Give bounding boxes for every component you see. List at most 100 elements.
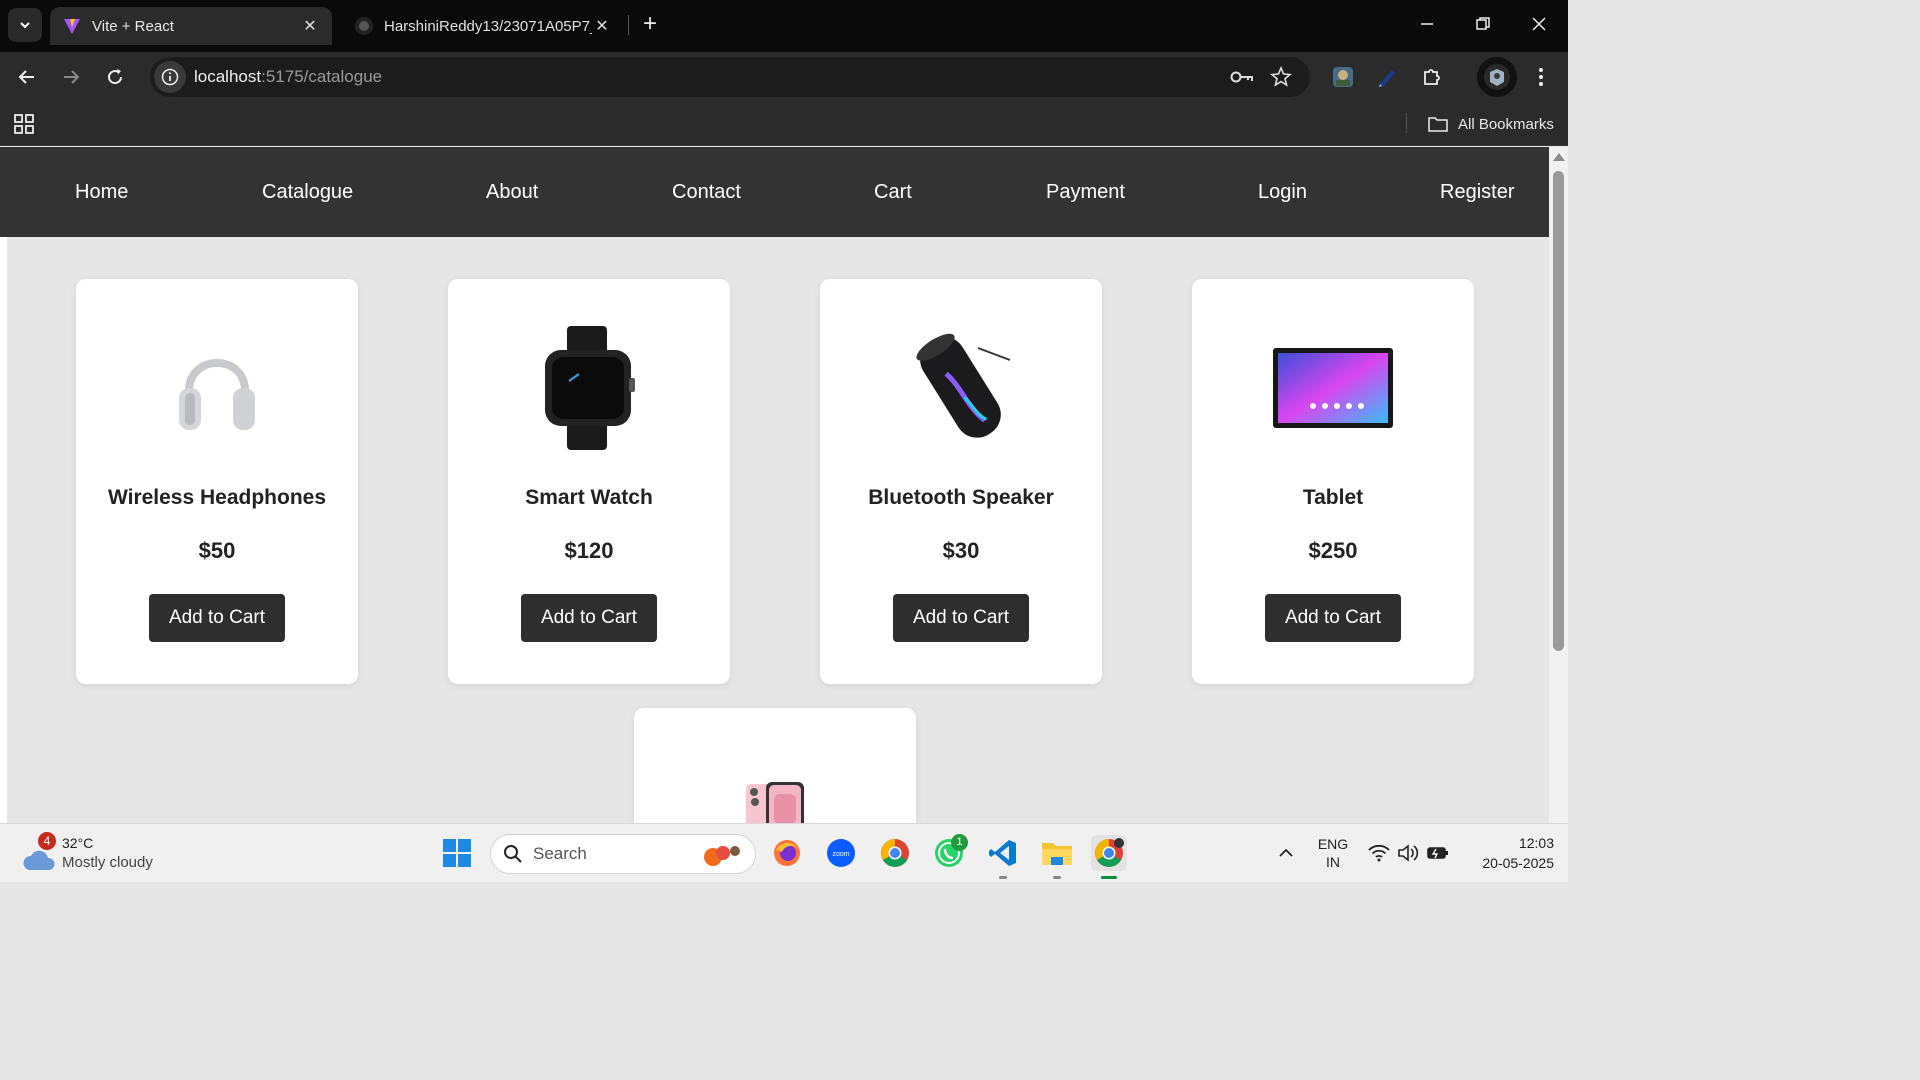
browser-tabstrip: Vite + React ✕ HarshiniReddy13/23071A05P…: [0, 0, 1568, 52]
profile-avatar[interactable]: [1477, 57, 1517, 97]
pen-extension-icon[interactable]: [1371, 61, 1403, 93]
nav-home[interactable]: Home: [75, 181, 128, 204]
tab-vite-react[interactable]: Vite + React ✕: [50, 7, 332, 45]
input-language[interactable]: ENG IN: [1313, 836, 1353, 870]
search-icon: [504, 845, 522, 863]
new-tab-button[interactable]: +: [636, 10, 664, 38]
close-icon[interactable]: ✕: [592, 16, 612, 36]
url-text: localhost:5175/catalogue: [194, 67, 382, 87]
browser-menu-button[interactable]: [1525, 61, 1557, 93]
clock-time: 12:03: [1518, 835, 1554, 851]
restore-button[interactable]: [1455, 0, 1511, 48]
product-name: Tablet: [1302, 486, 1364, 509]
product-card: Wireless Headphones $50 Add to Cart: [76, 279, 358, 684]
add-to-cart-button[interactable]: Add to Cart: [893, 594, 1029, 642]
site-info-button[interactable]: [154, 61, 186, 93]
close-window-button[interactable]: [1511, 0, 1567, 48]
headphones-image: [76, 323, 358, 453]
windows-logo-icon: [443, 839, 471, 867]
all-bookmarks-button[interactable]: All Bookmarks: [1428, 113, 1554, 135]
nav-contact[interactable]: Contact: [672, 181, 741, 204]
search-highlight-icon: [704, 846, 740, 866]
start-button[interactable]: [439, 835, 475, 871]
weather-widget[interactable]: 4 32°C Mostly cloudy: [20, 832, 180, 876]
address-bar[interactable]: localhost:5175/catalogue: [150, 57, 1310, 97]
close-icon[interactable]: ✕: [300, 16, 320, 36]
password-key-icon[interactable]: [1228, 63, 1256, 91]
product-card: Bluetooth Speaker $30 Add to Cart: [820, 279, 1102, 684]
tab-github[interactable]: HarshiniReddy13/23071A05P7_ ✕: [342, 7, 624, 45]
nav-payment[interactable]: Payment: [1046, 181, 1125, 204]
extensions-puzzle-icon[interactable]: [1416, 61, 1448, 93]
tab-title: Vite + React: [92, 17, 174, 35]
speaker-image: [820, 323, 1102, 453]
add-to-cart-button[interactable]: Add to Cart: [1265, 594, 1401, 642]
product-card: [634, 708, 916, 823]
battery-status[interactable]: [1423, 835, 1453, 871]
scroll-up-arrow-icon[interactable]: [1553, 153, 1565, 161]
apps-grid-icon[interactable]: [12, 112, 36, 136]
nav-cart[interactable]: Cart: [874, 181, 912, 204]
chrome-active-app[interactable]: [1091, 835, 1127, 871]
product-price: $50: [198, 538, 236, 563]
nav-about[interactable]: About: [486, 181, 538, 204]
product-price: $30: [942, 538, 980, 563]
taskbar-search[interactable]: Search: [490, 834, 756, 874]
product-price: $120: [564, 538, 614, 563]
zoom-icon: zoom: [827, 839, 855, 867]
vscode-app[interactable]: [985, 835, 1021, 871]
page-viewport: Home Catalogue About Contact Cart Paymen…: [0, 147, 1549, 823]
whatsapp-badge: 1: [951, 834, 968, 851]
minimize-button[interactable]: [1399, 0, 1455, 48]
chrome-icon: [881, 839, 909, 867]
weather-temp: 32°C: [62, 835, 94, 851]
firefox-icon: [774, 840, 800, 866]
running-indicator: [1053, 876, 1061, 879]
arrow-right-icon: [64, 70, 80, 84]
bookmarks-bar: All Bookmarks: [0, 102, 1568, 146]
clock[interactable]: 12:03 20-05-2025: [1462, 835, 1554, 871]
tab-divider: [628, 15, 629, 35]
restore-icon: [1476, 17, 1490, 30]
forward-button[interactable]: [55, 61, 87, 93]
extension-avatar-icon[interactable]: [1327, 61, 1359, 93]
minimize-icon: [1421, 23, 1433, 25]
wifi-icon: [1368, 844, 1390, 862]
nav-login[interactable]: Login: [1258, 181, 1307, 204]
url-path: :5175/catalogue: [261, 67, 383, 86]
tab-title: HarshiniReddy13/23071A05P7_: [384, 17, 592, 35]
back-button[interactable]: [11, 61, 43, 93]
wifi-status[interactable]: [1364, 835, 1394, 871]
bookmark-star-icon[interactable]: [1267, 63, 1295, 91]
search-placeholder: Search: [533, 844, 587, 863]
phone-image: [634, 782, 916, 823]
page-scrollbar[interactable]: [1549, 147, 1568, 823]
vscode-icon: [989, 840, 1016, 866]
zoom-app[interactable]: zoom: [823, 835, 859, 871]
speaker-volume-icon: [1398, 844, 1419, 862]
add-to-cart-button[interactable]: Add to Cart: [521, 594, 657, 642]
nav-catalogue[interactable]: Catalogue: [262, 181, 353, 204]
tablet-image: [1192, 323, 1474, 453]
all-bookmarks-label: All Bookmarks: [1458, 115, 1554, 133]
nav-register[interactable]: Register: [1440, 181, 1514, 204]
cloud-icon: [23, 850, 55, 870]
product-card: Tablet $250 Add to Cart: [1192, 279, 1474, 684]
tab-search-button[interactable]: [8, 8, 42, 42]
folder-icon: [1042, 843, 1072, 865]
windows-taskbar: 4 32°C Mostly cloudy Search zoom 1 ENG I…: [0, 823, 1568, 882]
browser-toolbar: localhost:5175/catalogue: [0, 52, 1568, 102]
smartwatch-image: [448, 323, 730, 453]
add-to-cart-button[interactable]: Add to Cart: [149, 594, 285, 642]
region-code: IN: [1326, 854, 1340, 870]
product-name: Wireless Headphones: [107, 486, 327, 509]
volume-status[interactable]: [1393, 835, 1423, 871]
svg-text:zoom: zoom: [832, 851, 849, 858]
kebab-menu-icon: [1539, 68, 1543, 86]
show-hidden-icons-button[interactable]: [1268, 835, 1304, 871]
firefox-app[interactable]: [769, 835, 805, 871]
scrollbar-thumb[interactable]: [1553, 171, 1564, 651]
chrome-app[interactable]: [877, 835, 913, 871]
reload-button[interactable]: [99, 61, 131, 93]
file-explorer-app[interactable]: [1039, 835, 1075, 871]
